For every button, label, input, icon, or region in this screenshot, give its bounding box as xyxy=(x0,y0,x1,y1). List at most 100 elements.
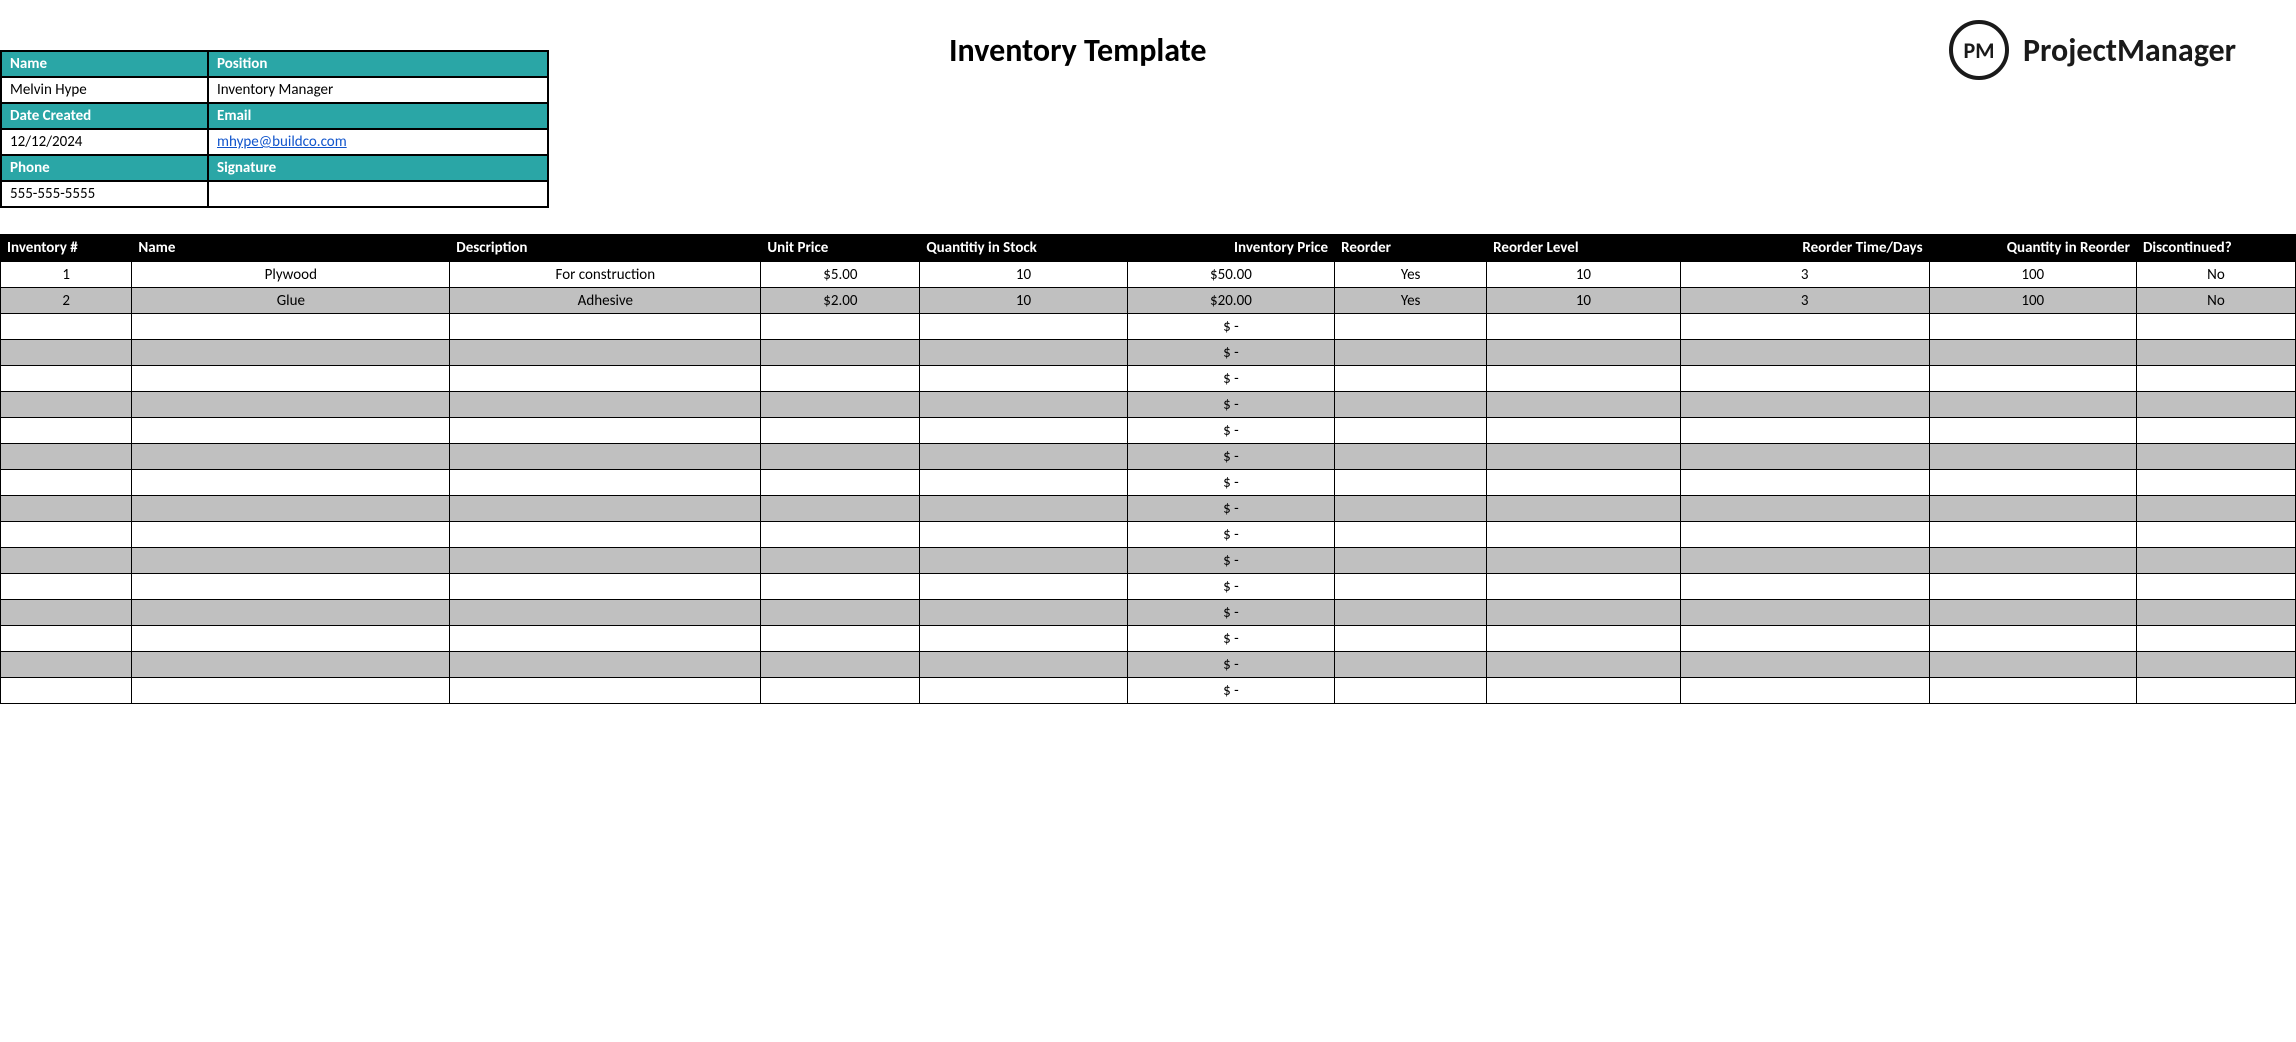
cell-inv_num[interactable] xyxy=(1,652,132,678)
cell-desc[interactable] xyxy=(450,548,761,574)
cell-desc[interactable] xyxy=(450,600,761,626)
cell-inv_price[interactable]: $20.00 xyxy=(1127,288,1334,314)
cell-unit[interactable] xyxy=(761,522,920,548)
cell-inv_num[interactable] xyxy=(1,392,132,418)
cell-inv_num[interactable] xyxy=(1,366,132,392)
cell-qre[interactable] xyxy=(1929,626,2136,652)
email-link[interactable]: mhype@buildco.com xyxy=(217,133,347,151)
cell-disc[interactable] xyxy=(2136,470,2295,496)
col-qty-reorder[interactable]: Quantity in Reorder xyxy=(1929,235,2136,262)
cell-inv_price[interactable]: $ - xyxy=(1127,444,1334,470)
cell-time[interactable] xyxy=(1680,548,1929,574)
cell-qre[interactable] xyxy=(1929,314,2136,340)
cell-reorder[interactable] xyxy=(1335,340,1487,366)
cell-inv_price[interactable]: $50.00 xyxy=(1127,262,1334,288)
value-position[interactable]: Inventory Manager xyxy=(208,77,548,103)
cell-time[interactable]: 3 xyxy=(1680,288,1929,314)
cell-qty[interactable] xyxy=(920,444,1127,470)
cell-qre[interactable] xyxy=(1929,652,2136,678)
value-date-created[interactable]: 12/12/2024 xyxy=(1,129,208,155)
cell-qty[interactable] xyxy=(920,366,1127,392)
cell-reorder[interactable] xyxy=(1335,444,1487,470)
cell-time[interactable] xyxy=(1680,470,1929,496)
cell-time[interactable] xyxy=(1680,444,1929,470)
cell-time[interactable] xyxy=(1680,652,1929,678)
cell-reorder[interactable] xyxy=(1335,626,1487,652)
cell-desc[interactable] xyxy=(450,392,761,418)
cell-level[interactable] xyxy=(1487,600,1681,626)
cell-unit[interactable] xyxy=(761,626,920,652)
cell-name[interactable] xyxy=(132,392,450,418)
cell-inv_price[interactable]: $ - xyxy=(1127,470,1334,496)
col-discontinued[interactable]: Discontinued? xyxy=(2136,235,2295,262)
cell-unit[interactable]: $2.00 xyxy=(761,288,920,314)
cell-inv_price[interactable]: $ - xyxy=(1127,626,1334,652)
cell-disc[interactable] xyxy=(2136,678,2295,704)
cell-name[interactable] xyxy=(132,418,450,444)
cell-level[interactable] xyxy=(1487,626,1681,652)
cell-name[interactable] xyxy=(132,314,450,340)
value-signature[interactable] xyxy=(208,181,548,207)
value-name[interactable]: Melvin Hype xyxy=(1,77,208,103)
cell-inv_num[interactable] xyxy=(1,678,132,704)
cell-qty[interactable]: 10 xyxy=(920,288,1127,314)
cell-name[interactable] xyxy=(132,600,450,626)
cell-desc[interactable] xyxy=(450,470,761,496)
cell-inv_price[interactable]: $ - xyxy=(1127,314,1334,340)
cell-desc[interactable] xyxy=(450,314,761,340)
cell-qty[interactable] xyxy=(920,600,1127,626)
cell-desc[interactable]: For construction xyxy=(450,262,761,288)
cell-desc[interactable] xyxy=(450,522,761,548)
cell-qre[interactable] xyxy=(1929,470,2136,496)
col-unit-price[interactable]: Unit Price xyxy=(761,235,920,262)
cell-disc[interactable] xyxy=(2136,418,2295,444)
cell-reorder[interactable] xyxy=(1335,574,1487,600)
cell-disc[interactable]: No xyxy=(2136,288,2295,314)
cell-unit[interactable] xyxy=(761,678,920,704)
cell-unit[interactable] xyxy=(761,574,920,600)
cell-qre[interactable] xyxy=(1929,392,2136,418)
cell-inv_num[interactable]: 1 xyxy=(1,262,132,288)
cell-inv_price[interactable]: $ - xyxy=(1127,600,1334,626)
cell-name[interactable] xyxy=(132,340,450,366)
cell-inv_price[interactable]: $ - xyxy=(1127,548,1334,574)
cell-qty[interactable] xyxy=(920,418,1127,444)
cell-name[interactable] xyxy=(132,470,450,496)
cell-reorder[interactable] xyxy=(1335,392,1487,418)
cell-level[interactable] xyxy=(1487,444,1681,470)
col-reorder[interactable]: Reorder xyxy=(1335,235,1487,262)
cell-reorder[interactable] xyxy=(1335,678,1487,704)
cell-time[interactable] xyxy=(1680,418,1929,444)
cell-level[interactable] xyxy=(1487,652,1681,678)
cell-name[interactable] xyxy=(132,626,450,652)
cell-qre[interactable] xyxy=(1929,340,2136,366)
col-name[interactable]: Name xyxy=(132,235,450,262)
cell-time[interactable] xyxy=(1680,574,1929,600)
cell-inv_num[interactable] xyxy=(1,522,132,548)
cell-level[interactable] xyxy=(1487,522,1681,548)
cell-desc[interactable]: Adhesive xyxy=(450,288,761,314)
cell-desc[interactable] xyxy=(450,444,761,470)
cell-inv_num[interactable] xyxy=(1,626,132,652)
cell-unit[interactable] xyxy=(761,340,920,366)
cell-time[interactable] xyxy=(1680,626,1929,652)
col-inventory-num[interactable]: Inventory # xyxy=(1,235,132,262)
cell-unit[interactable] xyxy=(761,366,920,392)
cell-reorder[interactable] xyxy=(1335,652,1487,678)
cell-level[interactable] xyxy=(1487,392,1681,418)
cell-qty[interactable] xyxy=(920,470,1127,496)
cell-reorder[interactable] xyxy=(1335,314,1487,340)
cell-inv_num[interactable]: 2 xyxy=(1,288,132,314)
cell-level[interactable] xyxy=(1487,548,1681,574)
cell-qty[interactable] xyxy=(920,652,1127,678)
cell-disc[interactable] xyxy=(2136,600,2295,626)
cell-desc[interactable] xyxy=(450,574,761,600)
cell-reorder[interactable] xyxy=(1335,548,1487,574)
cell-desc[interactable] xyxy=(450,418,761,444)
cell-qty[interactable]: 10 xyxy=(920,262,1127,288)
cell-inv_price[interactable]: $ - xyxy=(1127,496,1334,522)
cell-desc[interactable] xyxy=(450,496,761,522)
cell-qty[interactable] xyxy=(920,626,1127,652)
cell-unit[interactable] xyxy=(761,496,920,522)
cell-reorder[interactable] xyxy=(1335,366,1487,392)
